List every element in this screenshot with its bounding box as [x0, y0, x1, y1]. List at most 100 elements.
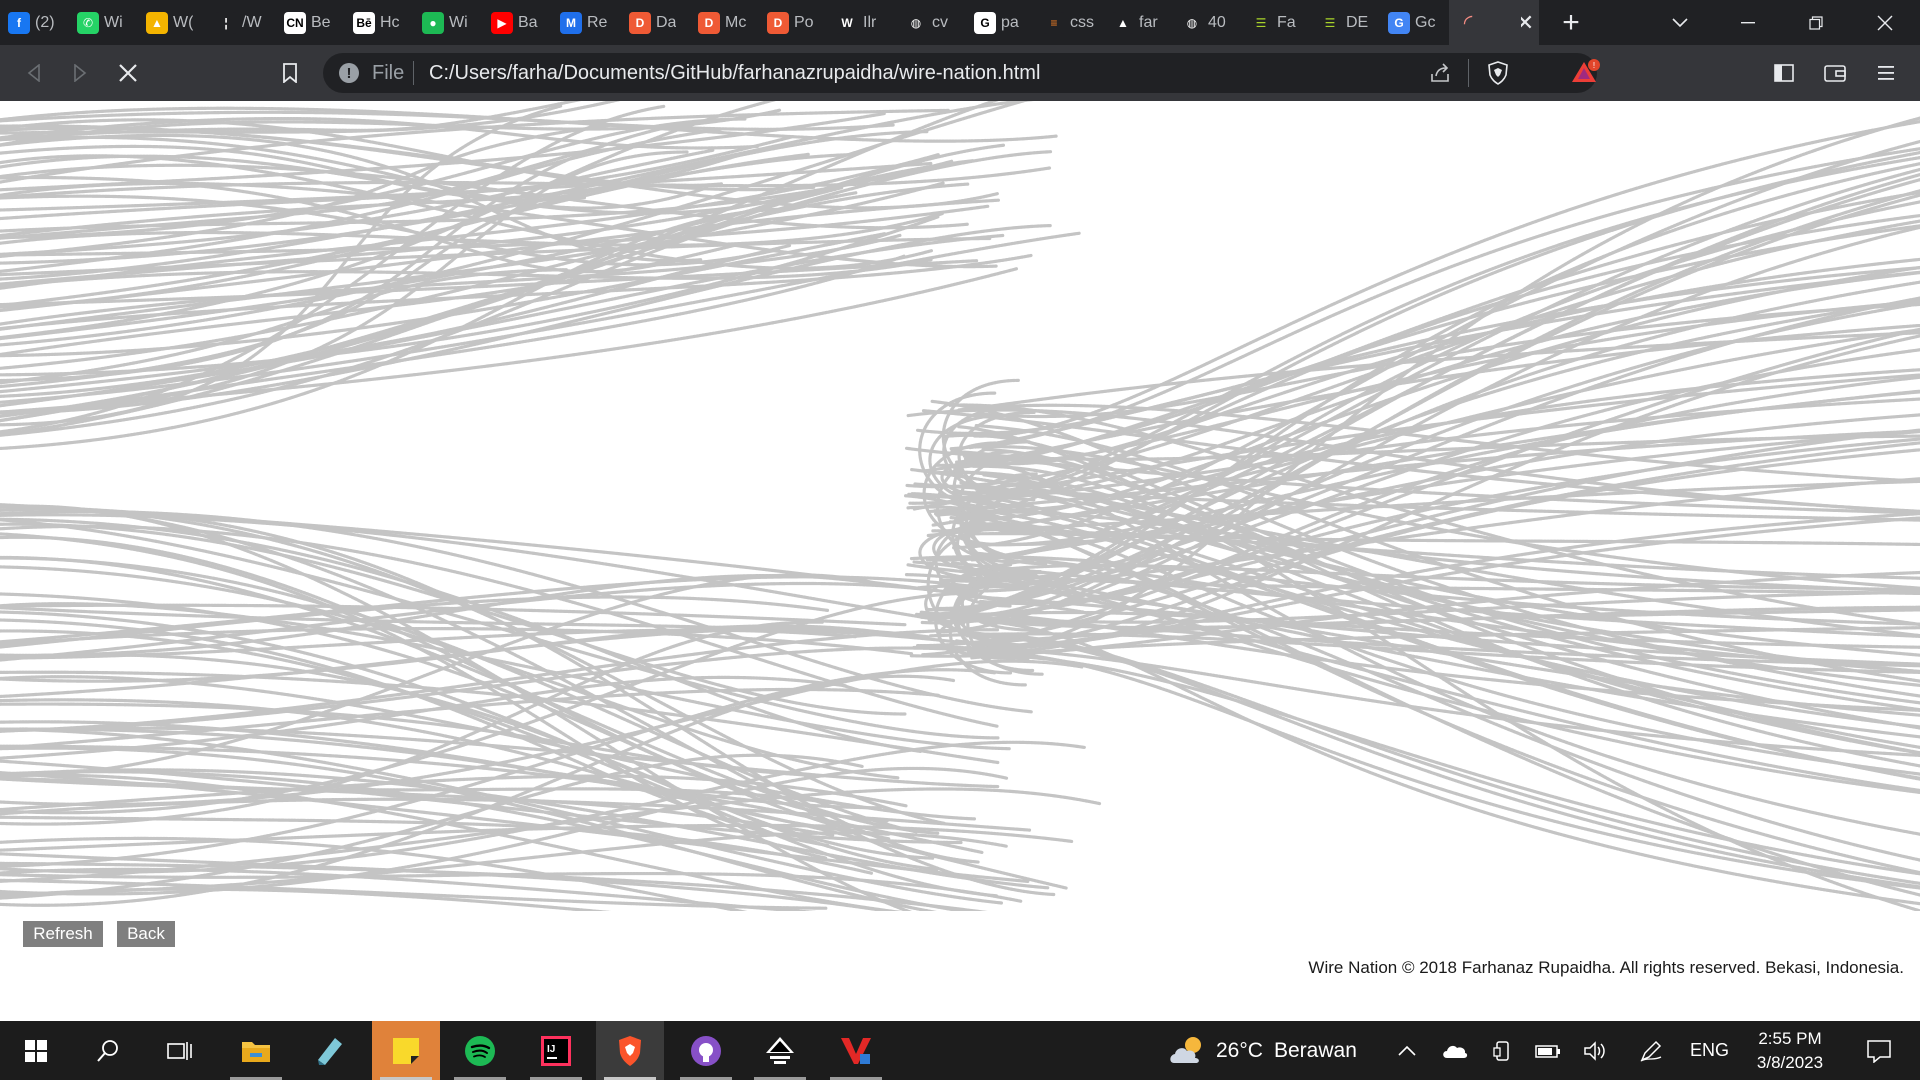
tab-search-chevron-icon[interactable]: [1650, 0, 1710, 45]
browser-tab[interactable]: W Ilr: [828, 0, 897, 45]
webflow-icon: W: [836, 11, 858, 34]
device-icon[interactable]: [1488, 1021, 1518, 1080]
browser-tab[interactable]: D Da: [621, 0, 690, 45]
stop-loading-icon[interactable]: [108, 45, 148, 101]
tab-title: Re: [587, 13, 608, 31]
loading-spinner-icon: ◜: [1457, 10, 1479, 35]
svg-text:IJ: IJ: [547, 1044, 555, 1055]
green-bars-icon: ☰: [1250, 11, 1272, 34]
browser-toolbar: ! File C:/Users/farha/Documents/GitHub/f…: [0, 45, 1920, 101]
github-desktop-icon[interactable]: [672, 1021, 740, 1080]
page-icon: ¦: [215, 11, 237, 34]
behance-icon: Bē: [353, 11, 375, 34]
back-nav-icon[interactable]: [14, 45, 54, 101]
browser-tab[interactable]: ◜: [1449, 0, 1521, 45]
tab-strip: f (2) ✆ Wi ▲ W(¦ /W CN Be Bē Hc ● Wi ▶ Ba M Re D Da D Mc D Po W…: [0, 0, 1920, 45]
weather-description[interactable]: Berawan: [1274, 1021, 1357, 1080]
browser-tab[interactable]: ◍ cv: [897, 0, 966, 45]
file-explorer-icon[interactable]: [222, 1021, 290, 1080]
minimize-button[interactable]: [1718, 0, 1778, 45]
forward-nav-icon[interactable]: [60, 45, 100, 101]
mui-icon: M: [560, 11, 582, 34]
clock-time: 2:55 PM: [1758, 1029, 1822, 1048]
tab-title: (2): [35, 13, 55, 31]
youtube-icon: ▶: [491, 11, 513, 34]
menu-icon[interactable]: [1866, 45, 1906, 101]
wallet-icon[interactable]: [1815, 45, 1855, 101]
refresh-button[interactable]: Refresh: [23, 921, 103, 947]
browser-tab[interactable]: CN Be: [276, 0, 345, 45]
chevron-up-icon[interactable]: [1392, 1021, 1422, 1080]
browser-tab[interactable]: ☰ Fa: [1242, 0, 1311, 45]
address-scheme: File: [372, 62, 405, 84]
facebook-icon: f: [8, 11, 30, 34]
brave-shields-icon[interactable]: [1485, 60, 1511, 91]
browser-tab[interactable]: ◍ 40: [1173, 0, 1242, 45]
share-icon[interactable]: [1428, 61, 1452, 90]
tab-title: cv: [932, 13, 948, 31]
windows-start-icon[interactable]: [2, 1021, 70, 1080]
tab-title: Wi: [449, 13, 468, 31]
browser-tab[interactable]: ≡ css: [1035, 0, 1104, 45]
tab-title: W(: [173, 13, 194, 31]
close-window-button[interactable]: [1855, 0, 1915, 45]
browser-tab[interactable]: f (2): [0, 0, 69, 45]
google-drive-icon: ▲: [146, 11, 168, 34]
weather-cloud-icon[interactable]: [1163, 1021, 1213, 1080]
browser-tab[interactable]: Bē Hc: [345, 0, 414, 45]
task-view-icon[interactable]: [146, 1021, 214, 1080]
inkscape-icon[interactable]: [746, 1021, 814, 1080]
notifications-icon[interactable]: [1854, 1021, 1904, 1080]
tab-title: Gc: [1415, 13, 1436, 31]
web-page: Refresh Back Wire Nation © 2018 Farhanaz…: [0, 101, 1920, 1021]
input-language[interactable]: ENG: [1690, 1021, 1729, 1080]
cnn-icon: CN: [284, 11, 306, 34]
tab-title: Fa: [1277, 13, 1296, 31]
address-bar[interactable]: ! File C:/Users/farha/Documents/GitHub/f…: [323, 53, 1597, 93]
browser-tab[interactable]: D Po: [759, 0, 828, 45]
pen-workspace-icon[interactable]: [1636, 1021, 1666, 1080]
browser-tab[interactable]: ✆ Wi: [69, 0, 138, 45]
browser-tab[interactable]: ▲ W(: [138, 0, 207, 45]
browser-tab[interactable]: ▶ Ba: [483, 0, 552, 45]
tab-title: Wi: [104, 13, 123, 31]
tab-title: Ba: [518, 13, 538, 31]
browser-tab[interactable]: G Gc: [1380, 0, 1449, 45]
browser-tab[interactable]: Gpa: [966, 0, 1035, 45]
wire-strands: [0, 101, 1920, 911]
browser-tab[interactable]: ¦ /W: [207, 0, 276, 45]
browser-tab[interactable]: ▲ far: [1104, 0, 1173, 45]
globe-icon: ◍: [1181, 11, 1203, 34]
tab-list: f (2) ✆ Wi ▲ W(¦ /W CN Be Bē Hc ● Wi ▶ Ba M Re D Da D Mc D Po W…: [0, 0, 1521, 45]
site-info-icon[interactable]: !: [339, 63, 359, 83]
address-url[interactable]: C:/Users/farha/Documents/GitHub/farhanaz…: [429, 62, 1040, 85]
globe-icon: ◍: [905, 11, 927, 34]
wire-art-canvas: [0, 101, 1920, 911]
browser-tab[interactable]: M Re: [552, 0, 621, 45]
bookmark-icon[interactable]: [270, 45, 310, 101]
browser-tab[interactable]: ● Wi: [414, 0, 483, 45]
sticky-notes-icon[interactable]: [372, 1021, 440, 1080]
notepad-app-icon[interactable]: [296, 1021, 364, 1080]
brave-rewards-icon[interactable]: !: [1571, 58, 1601, 88]
browser-tab[interactable]: ☰ DE: [1311, 0, 1380, 45]
vivaldi-pdf-icon[interactable]: [822, 1021, 890, 1080]
spotify-icon[interactable]: [446, 1021, 514, 1080]
new-tab-button[interactable]: +: [1549, 0, 1593, 45]
intellij-icon[interactable]: IJ: [522, 1021, 590, 1080]
system-clock[interactable]: 2:55 PM 3/8/2023: [1740, 1027, 1840, 1075]
back-button[interactable]: Back: [117, 921, 175, 947]
sidebar-toggle-icon[interactable]: [1764, 45, 1804, 101]
weather-temperature[interactable]: 26°C: [1216, 1021, 1263, 1080]
brave-browser-icon[interactable]: [596, 1021, 664, 1080]
dribbble-icon: D: [629, 11, 651, 34]
battery-icon[interactable]: [1533, 1021, 1563, 1080]
search-icon[interactable]: [74, 1021, 142, 1080]
restore-button[interactable]: [1786, 0, 1846, 45]
onedrive-cloud-icon[interactable]: [1440, 1021, 1470, 1080]
tab-title: Da: [656, 13, 677, 31]
spotify-icon: ●: [422, 11, 444, 34]
browser-tab[interactable]: D Mc: [690, 0, 759, 45]
vercel-icon: ▲: [1112, 11, 1134, 34]
volume-icon[interactable]: [1580, 1021, 1610, 1080]
